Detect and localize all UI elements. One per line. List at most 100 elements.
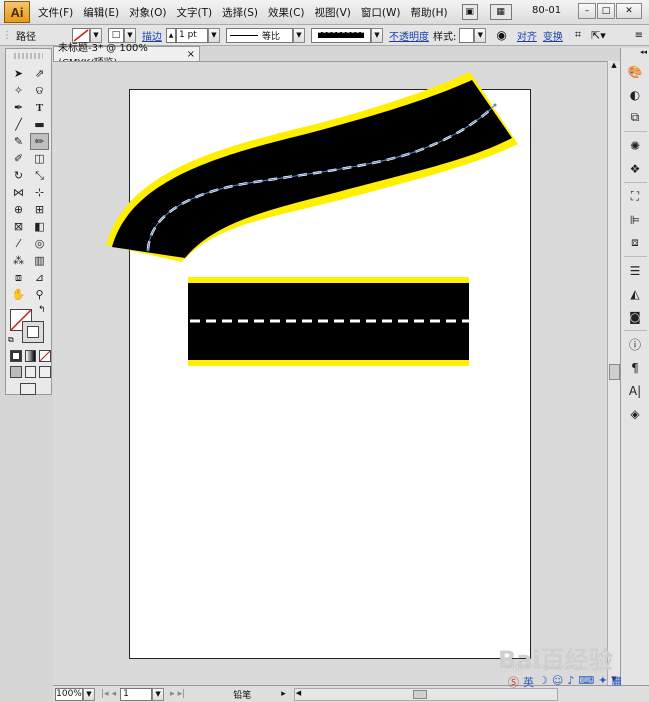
- draw-inside-icon[interactable]: [39, 366, 52, 378]
- transform-link[interactable]: 变换: [543, 28, 563, 43]
- menu-effect[interactable]: 效果(C): [268, 5, 305, 20]
- zoom-tool-icon[interactable]: ⚲: [30, 286, 49, 303]
- vertical-scroll-thumb[interactable]: [609, 364, 620, 380]
- ime-punct-icon[interactable]: ☽: [538, 674, 548, 690]
- align-link[interactable]: 对齐: [517, 28, 537, 43]
- brush-definition[interactable]: [311, 27, 371, 43]
- dock-collapse-icon[interactable]: ◂◂: [621, 48, 649, 58]
- align-panel-icon[interactable]: ⊫: [625, 210, 645, 229]
- variable-width-profile[interactable]: 等比: [226, 27, 293, 43]
- rectangle-tool-icon[interactable]: ▬: [30, 116, 49, 133]
- character-panel-icon[interactable]: A|: [625, 381, 645, 400]
- menu-window[interactable]: 窗口(W): [361, 5, 401, 20]
- swap-fill-stroke-icon[interactable]: ↰: [38, 305, 46, 315]
- blob-brush-tool-icon[interactable]: ✐: [9, 150, 28, 167]
- symbol-sprayer-tool-icon[interactable]: ⁂: [9, 252, 28, 269]
- status-menu-icon[interactable]: ▸: [281, 689, 286, 699]
- transform-panel-icon[interactable]: ⛶: [625, 187, 645, 206]
- scroll-up-icon[interactable]: ▲: [608, 61, 620, 71]
- slice-tool-icon[interactable]: ⊿: [30, 269, 49, 286]
- zoom-field[interactable]: 100%: [55, 687, 83, 701]
- brush-dropdown[interactable]: ▼: [371, 27, 383, 43]
- paintbrush-tool-icon[interactable]: ✎: [9, 133, 28, 150]
- brushes-panel-icon[interactable]: ✺: [625, 136, 645, 155]
- artboard-dropdown[interactable]: ▼: [152, 687, 165, 701]
- minimize-icon[interactable]: –: [578, 3, 596, 19]
- first-artboard-icon[interactable]: |◂: [101, 689, 109, 699]
- bridge-icon[interactable]: ▣: [461, 4, 478, 20]
- scroll-left-icon[interactable]: ◀: [296, 689, 301, 697]
- blend-tool-icon[interactable]: ◎: [30, 235, 49, 252]
- pathfinder-panel-icon[interactable]: ⧈: [625, 233, 645, 252]
- menu-edit[interactable]: 编辑(E): [83, 5, 119, 20]
- gradient-panel-icon[interactable]: ◭: [625, 284, 645, 303]
- zoom-dropdown[interactable]: ▼: [83, 687, 95, 701]
- screen-mode-icon[interactable]: [20, 383, 36, 395]
- ime-mode-icon[interactable]: 英: [523, 674, 534, 690]
- default-colors-icon[interactable]: ⧉: [8, 335, 14, 345]
- symbols-panel-icon[interactable]: ❖: [625, 159, 645, 178]
- menu-object[interactable]: 对象(O): [129, 5, 166, 20]
- pencil-tool-icon[interactable]: ✏: [30, 133, 49, 150]
- artboard-number-field[interactable]: 1: [120, 687, 153, 701]
- draw-behind-icon[interactable]: [24, 366, 37, 378]
- scale-tool-icon[interactable]: ⤡: [30, 167, 49, 184]
- maximize-icon[interactable]: □: [597, 3, 615, 19]
- menu-view[interactable]: 视图(V): [315, 5, 351, 20]
- artboard[interactable]: [129, 89, 531, 659]
- next-artboard-icon[interactable]: ▸: [170, 689, 175, 699]
- layers-panel-icon[interactable]: ◈: [625, 404, 645, 423]
- selection-tool-icon[interactable]: ➤: [9, 65, 28, 82]
- magic-wand-tool-icon[interactable]: ✧: [9, 82, 28, 99]
- transparency-panel-icon[interactable]: ◙: [625, 307, 645, 326]
- mesh-tool-icon[interactable]: ⊠: [9, 218, 28, 235]
- previous-artboard-icon[interactable]: ◂: [112, 689, 117, 699]
- swatches-panel-icon[interactable]: ⧉: [625, 108, 645, 127]
- opacity-link[interactable]: 不透明度: [389, 28, 429, 43]
- artboard-tool-icon[interactable]: ⧈: [9, 269, 28, 286]
- ime-tools-icon[interactable]: ▦: [611, 674, 621, 690]
- ime-skin-icon[interactable]: ✦: [598, 674, 607, 690]
- fill-stroke-widget[interactable]: ↰ ⧉: [8, 305, 48, 347]
- free-transform-tool-icon[interactable]: ⊹: [30, 184, 49, 201]
- last-artboard-icon[interactable]: ▸|: [178, 689, 186, 699]
- shape-builder-tool-icon[interactable]: ⊕: [9, 201, 28, 218]
- ime-keyboard-icon[interactable]: ⌨: [578, 674, 594, 690]
- color-icon[interactable]: [10, 350, 22, 362]
- stroke-weight-dropdown[interactable]: ▼: [208, 27, 220, 43]
- type-tool-icon[interactable]: T: [30, 99, 49, 116]
- eyedropper-tool-icon[interactable]: ⁄: [9, 235, 28, 252]
- ime-emoji-icon[interactable]: ☺: [552, 674, 563, 690]
- tools-grip[interactable]: [14, 53, 43, 59]
- ime-logo-icon[interactable]: Ⓢ: [508, 674, 519, 690]
- none-icon[interactable]: [39, 350, 52, 362]
- rotate-tool-icon[interactable]: ↻: [9, 167, 28, 184]
- arrange-icon[interactable]: ⇱▾: [591, 29, 606, 42]
- color-panel-icon[interactable]: 🎨: [625, 62, 645, 81]
- menu-help[interactable]: 帮助(H): [411, 5, 448, 20]
- hand-tool-icon[interactable]: ✋: [9, 286, 28, 303]
- lasso-tool-icon[interactable]: ଡ: [30, 82, 49, 99]
- recolor-icon[interactable]: ◉: [496, 28, 506, 42]
- style-dropdown[interactable]: ▼: [474, 27, 487, 43]
- line-tool-icon[interactable]: ╱: [9, 116, 28, 133]
- arrange-documents-icon[interactable]: ▦: [489, 4, 512, 20]
- menu-file[interactable]: 文件(F): [38, 5, 73, 20]
- stroke-color-box[interactable]: [22, 321, 44, 343]
- graphic-style-swatch[interactable]: [459, 27, 475, 43]
- panel-menu-icon[interactable]: ≡: [635, 30, 643, 41]
- draw-normal-icon[interactable]: [10, 366, 22, 378]
- stroke-panel-icon[interactable]: ☰: [625, 261, 645, 280]
- horizontal-scroll-thumb[interactable]: [412, 689, 427, 699]
- document-tab[interactable]: 未标题-3* @ 100% (CMYK/预览) ×: [53, 43, 200, 69]
- width-tool-icon[interactable]: ⋈: [9, 184, 28, 201]
- gradient-icon[interactable]: [24, 350, 37, 362]
- column-graph-tool-icon[interactable]: ▥: [30, 252, 49, 269]
- paragraph-panel-icon[interactable]: ¶: [625, 358, 645, 377]
- close-icon[interactable]: ✕: [616, 3, 642, 19]
- vertical-scrollbar[interactable]: ▲ ▼: [607, 61, 620, 685]
- isolate-icon[interactable]: ⌗: [575, 28, 581, 42]
- perspective-grid-tool-icon[interactable]: ⊞: [30, 201, 49, 218]
- profile-dropdown[interactable]: ▼: [293, 27, 305, 43]
- direct-selection-tool-icon[interactable]: ⇗: [30, 65, 49, 82]
